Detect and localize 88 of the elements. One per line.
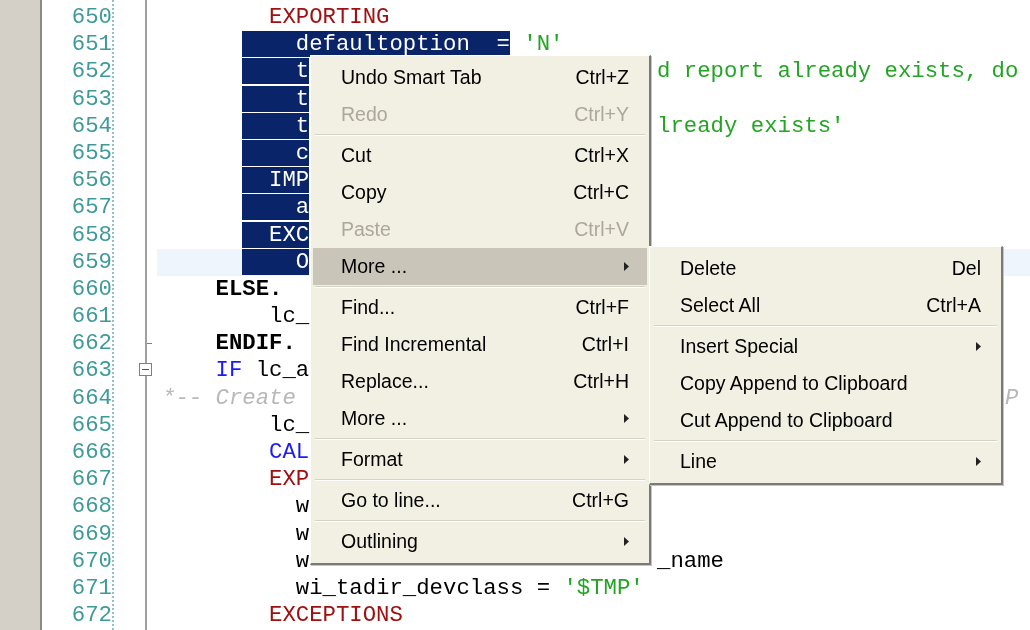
code-text: ELSE. <box>215 275 283 302</box>
menu-item[interactable]: Format <box>313 441 647 478</box>
code-text: w <box>295 520 310 547</box>
code-text: O <box>295 248 310 275</box>
code-text: lc_a <box>255 357 310 384</box>
code-text: t <box>295 58 310 85</box>
code-comment: *-- Create <box>162 384 296 411</box>
shortcut-label: Ctrl+C <box>573 181 629 204</box>
code-text: IMP <box>269 167 310 194</box>
line-number: 660 <box>70 275 112 304</box>
line-number: 672 <box>70 602 112 630</box>
shortcut-label: Ctrl+F <box>575 296 629 319</box>
code-text: lc_ <box>269 303 310 330</box>
submenu-arrow-icon <box>624 262 629 271</box>
menu-item[interactable]: Undo Smart Tab Ctrl+Z <box>313 59 647 96</box>
code-text: EXC <box>269 221 310 248</box>
menu-item[interactable]: Find... Ctrl+F <box>313 289 647 326</box>
code-text: wi_tadir_devclass = <box>295 574 551 601</box>
code-text: ENDIF. <box>215 330 296 357</box>
line-number: 663 <box>70 357 112 385</box>
submenu-arrow-icon <box>624 537 629 546</box>
menu-item[interactable]: Line <box>652 443 999 480</box>
submenu-arrow-icon <box>624 414 629 423</box>
shortcut-label: Ctrl+X <box>574 144 629 167</box>
shortcut-label: Ctrl+H <box>573 370 629 393</box>
line-number: 666 <box>70 439 112 467</box>
code-text: d report already exists, do <box>657 58 1019 85</box>
line-number: 658 <box>70 221 112 249</box>
menu-item[interactable]: Cut Append to Clipboard <box>652 402 999 439</box>
code-text: CAL <box>269 439 310 465</box>
menu-item[interactable]: Select All Ctrl+A <box>652 287 999 324</box>
menu-item[interactable]: More ... <box>313 400 647 437</box>
line-number: 657 <box>70 194 112 222</box>
line-number: 667 <box>70 466 112 494</box>
menu-item[interactable]: Copy Ctrl+C <box>313 174 647 211</box>
code-text: t <box>295 112 310 139</box>
menu-item[interactable]: Outlining <box>313 523 647 560</box>
collapse-icon[interactable] <box>139 363 152 377</box>
line-number: 665 <box>70 411 112 439</box>
line-number: 651 <box>70 31 112 59</box>
code-text: EXP <box>269 466 310 493</box>
shortcut-label: Del <box>951 257 981 280</box>
code-text: w <box>295 547 310 574</box>
line-number: 659 <box>70 248 112 276</box>
line-number: 662 <box>70 330 112 358</box>
shortcut-label: Ctrl+Y <box>574 103 629 126</box>
code-text: lc_ <box>269 411 310 438</box>
code-text: 'N' <box>523 31 564 58</box>
line-number: 653 <box>70 85 112 113</box>
code-text: EXCEPTIONS <box>269 602 403 629</box>
code-text: IF <box>215 357 243 384</box>
line-number: 671 <box>70 574 112 603</box>
menu-item[interactable]: Cut Ctrl+X <box>313 137 647 174</box>
shortcut-label: Ctrl+Z <box>575 66 629 89</box>
line-number: 650 <box>70 4 112 32</box>
shortcut-label: Ctrl+A <box>926 294 981 317</box>
line-number: 668 <box>70 493 112 521</box>
line-number: 655 <box>70 139 112 168</box>
code-text: a <box>295 194 310 221</box>
code-text: EXPORTING <box>269 4 390 30</box>
code-text: _name <box>657 547 724 574</box>
submenu-arrow-icon <box>624 455 629 464</box>
line-number: 669 <box>70 520 112 548</box>
code-text: defaultoption = <box>295 31 510 58</box>
code-comment: P <box>1005 384 1019 411</box>
shortcut-label: Ctrl+I <box>581 333 629 356</box>
line-number: 664 <box>70 384 112 412</box>
code-text: lready exists' <box>657 112 845 139</box>
line-number: 656 <box>70 167 112 195</box>
code-text: w <box>295 493 310 520</box>
line-number: 670 <box>70 547 112 575</box>
menu-item[interactable]: Delete Del <box>652 250 999 287</box>
shortcut-label: Ctrl+V <box>574 218 629 241</box>
menu-item[interactable]: Go to line... Ctrl+G <box>313 482 647 519</box>
menu-item[interactable]: Replace... Ctrl+H <box>313 363 647 400</box>
code-text: t <box>295 85 310 112</box>
code-text: c <box>295 139 310 166</box>
menu-item[interactable]: Copy Append to Clipboard <box>652 365 999 402</box>
menu-item[interactable]: Find Incremental Ctrl+I <box>313 326 647 363</box>
line-number: 652 <box>70 58 112 86</box>
line-number: 661 <box>70 303 112 331</box>
shortcut-label: Ctrl+G <box>572 489 629 512</box>
menu-item[interactable]: Insert Special <box>652 328 999 365</box>
line-number: 654 <box>70 112 112 140</box>
code-text: '$TMP' <box>563 574 644 601</box>
menu-item[interactable]: More ... <box>313 248 647 285</box>
submenu-arrow-icon <box>976 342 981 351</box>
submenu-arrow-icon <box>976 457 981 466</box>
